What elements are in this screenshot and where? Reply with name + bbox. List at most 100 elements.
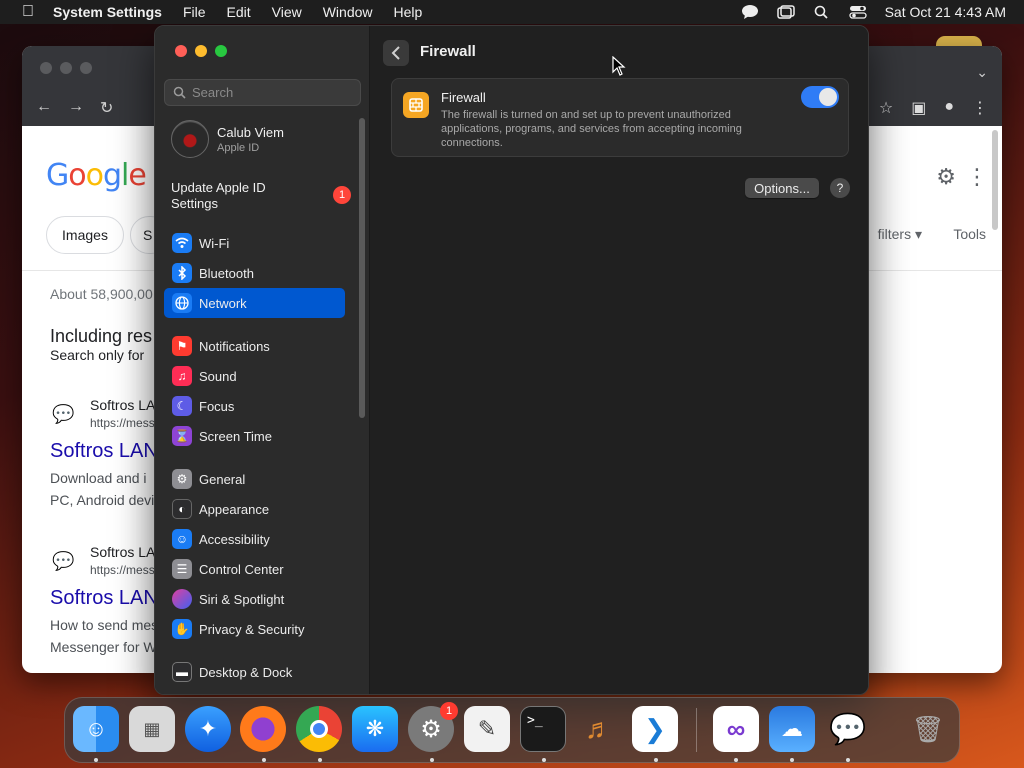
sidebar-item-label: Control Center — [199, 561, 284, 577]
sidepanel-icon[interactable]: ▣ — [911, 98, 926, 118]
window-status-icon[interactable] — [776, 5, 795, 19]
result-snippet: PC, Android devi — [50, 492, 155, 508]
menu-file[interactable]: File — [183, 4, 206, 20]
sidebar-search[interactable] — [164, 79, 361, 106]
page-title: Firewall — [420, 43, 476, 60]
reload-icon[interactable]: ↻ — [100, 98, 113, 118]
settings-gear-icon[interactable]: ⚙ — [936, 164, 956, 190]
apple-menu-icon[interactable]:  — [16, 3, 40, 21]
sidebar-item-label: Privacy & Security — [199, 621, 305, 637]
chevron-down-icon[interactable]: ⌄ — [976, 64, 988, 81]
browser-scrollbar[interactable] — [992, 130, 998, 230]
result-url[interactable]: https://mess — [90, 563, 155, 577]
sidebar-item-appearance[interactable]: ◐ Appearance — [164, 494, 345, 524]
messages-status-icon[interactable] — [741, 5, 759, 19]
search-only-link[interactable]: Search only for — [50, 347, 144, 363]
sidebar-scrollbar[interactable] — [359, 118, 365, 418]
options-button[interactable]: Options... — [745, 178, 819, 198]
result-title-link[interactable]: Softros LAN — [50, 440, 158, 463]
sidebar-item-screen-time[interactable]: ⌛ Screen Time — [164, 421, 345, 451]
vscode-icon[interactable]: ❯ — [632, 706, 678, 752]
app-menu-system-settings[interactable]: System Settings — [53, 4, 162, 20]
softros-messenger-icon[interactable]: 💬 — [825, 706, 871, 752]
gear-icon: ⚙ — [172, 469, 192, 489]
star-icon[interactable]: ☆ — [879, 98, 893, 118]
tools-menu[interactable]: Tools — [953, 226, 986, 242]
sidebar-item-general[interactable]: ⚙ General — [164, 464, 345, 494]
minimize-window-button[interactable] — [195, 45, 207, 57]
menu-help[interactable]: Help — [394, 4, 423, 20]
weather-icon[interactable]: ☁ — [769, 706, 815, 752]
system-settings-window[interactable]: Calub Viem Apple ID Update Apple ID Sett… — [154, 25, 869, 695]
sidebar-item-focus[interactable]: ☾ Focus — [164, 391, 345, 421]
appearance-icon: ◐ — [172, 499, 192, 519]
trash-icon[interactable]: 🗑 — [905, 706, 951, 752]
filters-menu[interactable]: filters ▾ — [878, 226, 922, 243]
menu-clock[interactable]: Sat Oct 21 4:43 AM — [885, 4, 1006, 20]
result-site[interactable]: Softros LA — [90, 544, 155, 560]
firefox-icon[interactable] — [240, 706, 286, 752]
menu-window[interactable]: Window — [323, 4, 373, 20]
close-window-button[interactable] — [175, 45, 187, 57]
sidebar-item-privacy-security[interactable]: ✋ Privacy & Security — [164, 614, 345, 644]
toggle-knob — [819, 88, 837, 106]
running-indicator — [94, 758, 98, 762]
sidebar-item-label: Focus — [199, 398, 235, 414]
zoom-window-button[interactable] — [215, 45, 227, 57]
search-input[interactable] — [192, 85, 352, 100]
app-store-icon[interactable]: ❋ — [352, 706, 398, 752]
moon-icon: ☾ — [172, 396, 192, 416]
terminal-icon[interactable]: >_ — [520, 706, 566, 752]
textedit-icon[interactable]: ✎ — [464, 706, 510, 752]
settings-sidebar: Calub Viem Apple ID Update Apple ID Sett… — [155, 26, 370, 694]
dock: ☺ ▦ ✦ ❋ ⚙ 1 ✎ >_ ♬ ❯ ∞ ☁ 💬 🗑 — [64, 697, 960, 763]
kebab-menu-icon[interactable]: ⋮ — [972, 98, 988, 118]
sidebar-item-control-center[interactable]: ☰ Control Center — [164, 554, 345, 584]
garageband-icon[interactable]: ♬ — [576, 706, 622, 752]
sidebar-item-wifi[interactable]: Wi-Fi — [164, 228, 345, 258]
back-arrow-icon[interactable]: ← — [36, 98, 52, 118]
avatar — [171, 120, 209, 158]
forward-arrow-icon[interactable]: → — [68, 98, 84, 118]
back-button[interactable] — [383, 40, 409, 66]
running-indicator — [262, 758, 266, 762]
sidebar-item-bluetooth[interactable]: Bluetooth — [164, 258, 345, 288]
sidebar-item-siri-spotlight[interactable]: Siri & Spotlight — [164, 584, 345, 614]
control-center-status-icon[interactable] — [848, 5, 867, 19]
dock-separator — [696, 708, 697, 752]
finder-icon[interactable]: ☺ — [73, 706, 119, 752]
result-site[interactable]: Softros LA — [90, 397, 155, 413]
mouse-cursor-icon — [612, 56, 626, 76]
visual-studio-icon[interactable]: ∞ — [713, 706, 759, 752]
apple-id-profile[interactable]: Calub Viem Apple ID — [171, 120, 284, 158]
profile-icon[interactable]: ● — [944, 98, 954, 118]
sidebar-item-desktop-dock[interactable]: ▬ Desktop & Dock — [164, 657, 345, 687]
hand-icon: ✋ — [172, 619, 192, 639]
google-logo[interactable]: Google — [46, 158, 147, 193]
menu-view[interactable]: View — [272, 4, 302, 20]
firewall-toggle[interactable] — [801, 86, 839, 108]
sidebar-item-notifications[interactable]: ⚑ Notifications — [164, 331, 345, 361]
more-options-icon[interactable]: ⋮ — [966, 164, 988, 190]
firewall-card: Firewall The firewall is turned on and s… — [391, 78, 849, 157]
chrome-icon[interactable] — [296, 706, 342, 752]
sidebar-item-sound[interactable]: ♫ Sound — [164, 361, 345, 391]
running-indicator — [542, 758, 546, 762]
sidebar-item-network[interactable]: Network — [164, 288, 345, 318]
help-button[interactable]: ? — [830, 178, 850, 198]
result-url[interactable]: https://mess — [90, 416, 155, 430]
profile-name: Calub Viem — [217, 124, 284, 140]
running-indicator — [846, 758, 850, 762]
safari-icon[interactable]: ✦ — [185, 706, 231, 752]
spotlight-search-icon[interactable] — [813, 5, 831, 19]
sidebar-item-accessibility[interactable]: ☺ Accessibility — [164, 524, 345, 554]
bell-icon: ⚑ — [172, 336, 192, 356]
system-settings-icon[interactable]: ⚙ 1 — [408, 702, 458, 752]
result-title-link[interactable]: Softros LAN — [50, 587, 158, 610]
update-apple-id-settings[interactable]: Update Apple ID Settings 1 — [171, 180, 351, 212]
settings-badge: 1 — [440, 702, 458, 720]
images-chip[interactable]: Images — [46, 216, 124, 254]
launchpad-icon[interactable]: ▦ — [129, 706, 175, 752]
menu-edit[interactable]: Edit — [227, 4, 251, 20]
firewall-description: The firewall is turned on and set up to … — [441, 109, 742, 149]
